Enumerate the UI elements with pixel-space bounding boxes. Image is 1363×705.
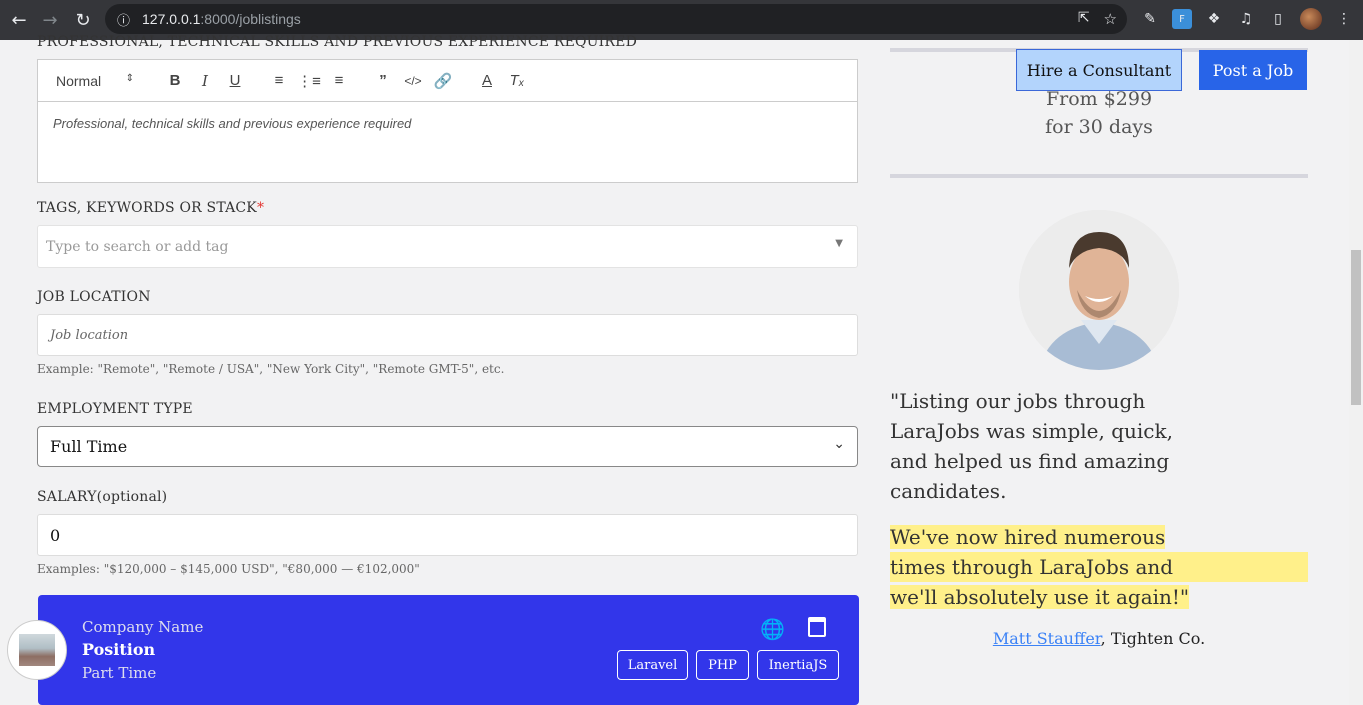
reload-icon[interactable]: ↻: [67, 4, 99, 36]
extension-fi-icon[interactable]: F: [1172, 9, 1192, 29]
price-line-2: for 30 days: [1045, 116, 1153, 138]
link-icon[interactable]: 🔗: [428, 72, 458, 90]
profile-avatar[interactable]: [1300, 8, 1322, 30]
text-color-icon[interactable]: A: [472, 72, 502, 89]
location-label: JOB LOCATION: [37, 289, 151, 305]
globe-icon[interactable]: 🌐: [760, 617, 785, 641]
extension-pen-icon[interactable]: ✎: [1140, 9, 1160, 29]
bold-icon[interactable]: B: [160, 72, 190, 89]
code-icon[interactable]: </>: [398, 74, 428, 88]
location-help: Example: "Remote", "Remote / USA", "New …: [37, 362, 505, 376]
site-info-icon[interactable]: ⓘ: [117, 10, 130, 29]
testimonial-quote: "Listing our jobs through LaraJobs was s…: [890, 389, 1173, 503]
italic-icon[interactable]: I: [190, 72, 220, 90]
experience-editor[interactable]: Normal ⇕ B I U ≡ ⋮≡ ≡ ” </> 🔗 A Tₓ Profes…: [37, 59, 858, 183]
experience-placeholder: Professional, technical skills and previ…: [53, 116, 412, 131]
sidebar-divider: [890, 174, 1308, 178]
required-marker: *: [256, 200, 265, 216]
calendar-icon[interactable]: [808, 617, 826, 637]
tags-placeholder: Type to search or add tag: [46, 238, 229, 255]
extensions-puzzle-icon[interactable]: ❖: [1204, 9, 1224, 29]
salary-input[interactable]: 0: [37, 514, 858, 556]
price-line-1: From $299: [1045, 88, 1153, 110]
testimonial-highlight: We've now hired numerous times through L…: [890, 522, 1308, 612]
company-logo: [7, 620, 67, 680]
chevron-down-icon: ⌄: [833, 436, 845, 452]
back-icon[interactable]: ←: [3, 4, 35, 36]
hire-consultant-button[interactable]: Hire a Consultant: [1016, 49, 1182, 91]
forward-icon[interactable]: →: [34, 4, 66, 36]
share-icon[interactable]: ⇱: [1078, 10, 1090, 28]
clear-format-icon[interactable]: Tₓ: [502, 72, 532, 89]
preview-tag-php[interactable]: PHP: [696, 650, 749, 680]
author-link[interactable]: Matt Stauffer: [993, 629, 1101, 648]
blockquote-icon[interactable]: ”: [368, 72, 398, 89]
bookmark-star-icon[interactable]: ☆: [1104, 10, 1117, 28]
heading-select[interactable]: Normal ⇕: [56, 73, 140, 89]
tags-dropdown-caret-icon[interactable]: ▼: [835, 238, 843, 249]
employment-value: Full Time: [50, 437, 128, 456]
preview-company: Company Name: [82, 618, 204, 636]
side-panel-icon[interactable]: ▯: [1268, 9, 1288, 29]
salary-label: SALARY(optional): [37, 489, 168, 505]
testimonial-portrait: [1019, 210, 1179, 370]
salary-help: Examples: "$120,000 – $145,000 USD", "€8…: [37, 562, 420, 576]
media-list-icon[interactable]: ♫: [1236, 9, 1256, 29]
company-logo-image: [19, 634, 55, 666]
tags-label: TAGS, KEYWORDS OR STACK*: [37, 200, 265, 216]
align-icon[interactable]: ≡: [324, 72, 354, 89]
preview-position: Position: [82, 640, 156, 659]
location-input[interactable]: Job location: [37, 314, 858, 356]
preview-type: Part Time: [82, 664, 157, 682]
location-placeholder: Job location: [50, 327, 129, 343]
menu-kebab-icon[interactable]: ⋮: [1334, 9, 1354, 29]
bullet-list-icon[interactable]: ⋮≡: [294, 72, 324, 90]
url-host: 127.0.0.1: [142, 11, 201, 27]
salary-value: 0: [50, 525, 61, 545]
preview-tag-laravel[interactable]: Laravel: [617, 650, 688, 680]
experience-label: PROFESSIONAL, TECHNICAL SKILLS AND PREVI…: [37, 34, 637, 50]
employment-label: EMPLOYMENT TYPE: [37, 401, 193, 417]
post-job-button[interactable]: Post a Job: [1199, 50, 1307, 90]
tags-input[interactable]: Type to search or add tag ▼: [37, 225, 858, 268]
preview-tag-inertiajs[interactable]: InertiaJS: [757, 650, 839, 680]
editor-toolbar: Normal ⇕ B I U ≡ ⋮≡ ≡ ” </> 🔗 A Tₓ: [38, 60, 857, 102]
scrollbar-thumb[interactable]: [1351, 250, 1361, 405]
testimonial-author: Matt Stauffer, Tighten Co.: [992, 629, 1206, 648]
underline-icon[interactable]: U: [220, 72, 250, 89]
address-bar[interactable]: ⓘ 127.0.0.1:8000/joblistings ⇱ ☆: [105, 4, 1127, 34]
url-path: :8000/joblistings: [200, 11, 301, 27]
ordered-list-icon[interactable]: ≡: [264, 72, 294, 89]
employment-select[interactable]: Full Time ⌄: [37, 426, 858, 467]
